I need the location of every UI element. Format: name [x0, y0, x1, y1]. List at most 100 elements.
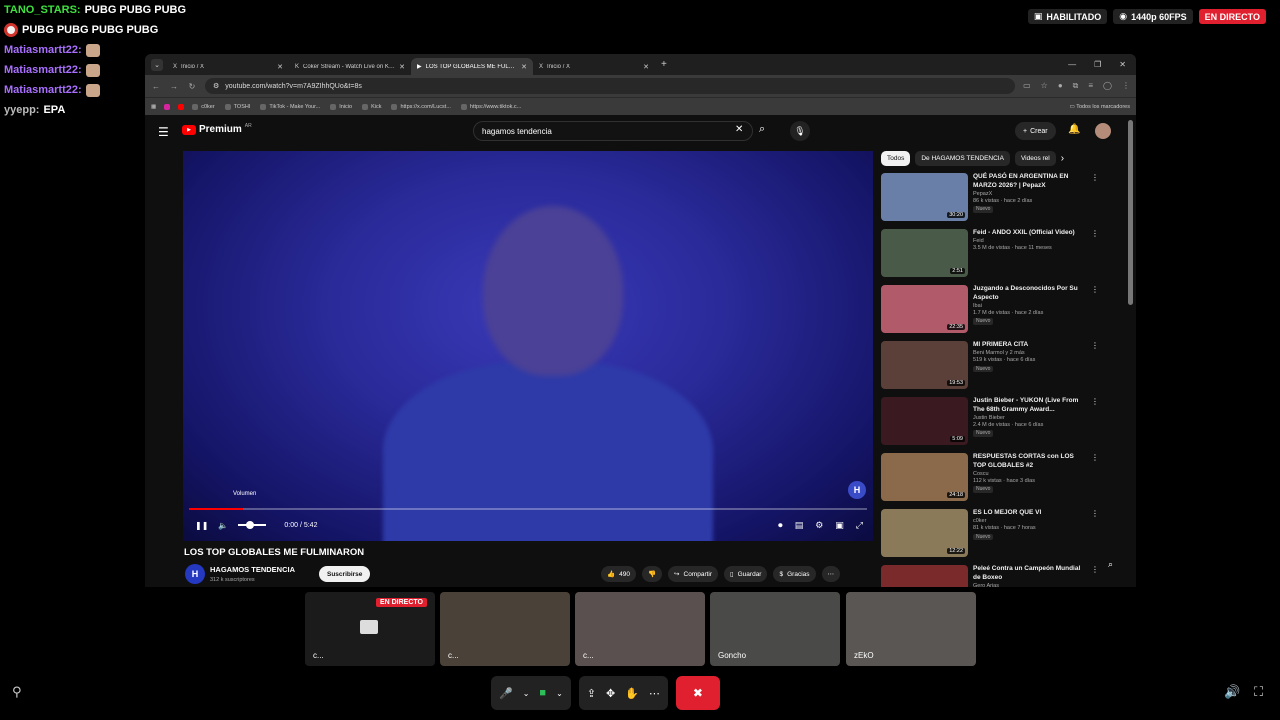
recommendation-item[interactable]: 30:20 QUÉ PASÓ EN ARGENTINA EN MARZO 2026…	[881, 173, 1101, 229]
bookmark-item[interactable]: Inicio	[330, 103, 352, 110]
recommendation-title[interactable]: RESPUESTAS CORTAS con LOS TOP GLOBALES #…	[973, 453, 1086, 471]
close-window-icon[interactable]: ✕	[1119, 60, 1126, 69]
thanks-button[interactable]: $ Gracias	[773, 566, 816, 582]
bookmark-star-icon[interactable]: ☆	[1041, 81, 1048, 91]
video-thumbnail[interactable]: 5:09	[881, 397, 968, 445]
participant-tile[interactable]: c...	[440, 592, 570, 666]
recommendation-item[interactable]: 2:51 Feid - ANDO XXIL (Official Video) Fei…	[881, 229, 1101, 285]
browser-tab[interactable]: ▶LOS TOP GLOBALES ME FULMINARON✕	[411, 58, 533, 75]
video-thumbnail[interactable]: 12:22	[881, 509, 968, 557]
save-button[interactable]: ▯ Guardar	[724, 566, 768, 582]
channel-watermark-icon[interactable]: H	[848, 481, 866, 499]
pause-icon[interactable]: ❚❚	[195, 521, 208, 530]
channel-name[interactable]: HAGAMOS TENDENCIA	[210, 565, 295, 574]
extension-icon[interactable]: ●	[1058, 81, 1063, 91]
bookmark-item[interactable]: https://x.com/Lucst...	[391, 103, 451, 110]
voice-search-icon[interactable]: 🎙	[790, 121, 810, 141]
recommendation-title[interactable]: QUÉ PASÓ EN ARGENTINA EN MARZO 2026? | P…	[973, 173, 1086, 191]
new-tab-icon[interactable]: +	[661, 59, 667, 70]
apps-icon[interactable]: ▦	[151, 104, 156, 110]
recommendation-title[interactable]: MI PRIMERA CITA	[973, 341, 1086, 350]
chevron-right-icon[interactable]: ›	[1061, 153, 1064, 164]
add-person-icon[interactable]: ⚲	[12, 684, 22, 700]
chat-username[interactable]: TANO_STARS:	[4, 4, 81, 16]
recommendation-item[interactable]: 5:09 Justin Bieber - YUKON (Live From The…	[881, 397, 1101, 453]
forward-icon[interactable]: →	[169, 82, 179, 91]
autoplay-toggle-icon[interactable]: ⏺	[778, 520, 783, 531]
fullscreen-toggle-icon[interactable]: ⛶	[1254, 684, 1263, 700]
browser-tab[interactable]: X Inicio / X ✕	[167, 58, 289, 75]
tab-search-icon[interactable]: ⌄	[151, 58, 163, 71]
history-icon[interactable]: ≡	[1088, 81, 1093, 91]
recommendation-item[interactable]: 19:53 MI PRIMERA CITA Beni Marmol y 2 más 5…	[881, 341, 1101, 397]
bookmark-item[interactable]: TikTok - Make Your...	[260, 103, 320, 110]
bookmark-item[interactable]: Kick	[362, 103, 381, 110]
close-tab-icon[interactable]: ✕	[521, 63, 527, 71]
search-input[interactable]: hagamos tendencia	[473, 121, 753, 141]
like-button[interactable]: 👍 490	[601, 566, 636, 582]
back-icon[interactable]: ←	[151, 82, 161, 91]
instagram-icon[interactable]	[164, 103, 171, 110]
speaker-icon[interactable]: 🔊	[1224, 684, 1240, 700]
subscribe-button[interactable]: Suscribirse	[319, 566, 371, 582]
avatar[interactable]	[1095, 123, 1111, 139]
dislike-button[interactable]: 👎	[641, 566, 663, 582]
recommendation-channel[interactable]: Ibai	[973, 303, 1086, 310]
volume-icon[interactable]: 🔈	[218, 521, 228, 530]
browser-tab[interactable]: K Coker Stream - Watch Live on Kick ✕	[289, 58, 411, 75]
recommendation-channel[interactable]: Gero Arias	[973, 583, 1086, 587]
more-vert-icon[interactable]: ⋮	[1091, 341, 1101, 397]
participant-tile[interactable]: c...	[575, 592, 705, 666]
recommendation-channel[interactable]: Beni Marmol y 2 más	[973, 350, 1086, 357]
participant-tile[interactable]: EN DIRECTO c...	[305, 592, 435, 666]
notifications-bell-icon[interactable]: 🔔	[1068, 124, 1080, 135]
subtitles-icon[interactable]: ▤	[795, 520, 804, 531]
recommendation-item[interactable]: 24:18 RESPUESTAS CORTAS con LOS TOP GLOBA…	[881, 453, 1101, 509]
settings-gear-icon[interactable]: ⚙	[815, 520, 823, 531]
leave-call-button[interactable]: ✖	[675, 676, 720, 710]
more-vert-icon[interactable]: ⋮	[1091, 285, 1101, 341]
more-vert-icon[interactable]: ⋮	[1091, 509, 1101, 565]
video-thumbnail[interactable]	[881, 565, 968, 587]
share-button[interactable]: ↪ Compartir	[668, 566, 719, 582]
recommendation-title[interactable]: ES LO MEJOR QUE VI	[973, 509, 1086, 518]
screenshare-icon[interactable]: ⇪	[587, 687, 596, 700]
recommendation-item[interactable]: 12:22 ES LO MEJOR QUE VI c0ker 81 k vistas …	[881, 509, 1101, 565]
youtube-bookmark-icon[interactable]	[178, 103, 185, 110]
camera-icon[interactable]: ■	[539, 687, 546, 699]
recommendation-channel[interactable]: PepazX	[973, 191, 1086, 198]
chat-username[interactable]: Matiasmartt22:	[4, 44, 82, 56]
menu-icon[interactable]: ⋮	[1122, 81, 1130, 91]
microphone-icon[interactable]: 🎤	[499, 687, 513, 700]
extensions-icon[interactable]: ⧉	[1073, 81, 1079, 91]
apps-grid-icon[interactable]: ✥	[606, 687, 615, 700]
video-thumbnail[interactable]: 30:20	[881, 173, 968, 221]
chat-username[interactable]: Matiasmartt22:	[4, 84, 82, 96]
recommendation-channel[interactable]: Coscu	[973, 471, 1086, 478]
minimize-icon[interactable]: —	[1068, 60, 1076, 69]
more-actions-button[interactable]: ⋯	[821, 566, 841, 582]
video-player[interactable]: H Volumen ❚❚ 🔈 0:00 / 5:42 ⏺ ▤ ⚙ ▣ ⤢	[183, 151, 873, 541]
more-vert-icon[interactable]: ⋮	[1091, 565, 1101, 587]
more-vert-icon[interactable]: ⋮	[1091, 229, 1101, 285]
create-button[interactable]: + Crear	[1015, 122, 1056, 140]
more-vert-icon[interactable]: ⋮	[1091, 397, 1101, 453]
filter-chip[interactable]: Videos rel	[1014, 151, 1056, 166]
browser-tab[interactable]: X Inicio / X ✕	[533, 58, 655, 75]
video-thumbnail[interactable]: 24:18	[881, 453, 968, 501]
recommendation-item[interactable]: 22:35 Juzgando a Desconocidos Por Su Aspe…	[881, 285, 1101, 341]
more-vert-icon[interactable]: ⋮	[1091, 173, 1101, 229]
bookmark-item[interactable]: https://www.tiktok.c...	[460, 103, 521, 110]
site-info-icon[interactable]: ⚙	[213, 82, 219, 90]
recommendation-title[interactable]: Justin Bieber - YUKON (Live From The 68t…	[973, 397, 1086, 415]
miniplayer-icon[interactable]: ▣	[835, 520, 844, 531]
volume-slider[interactable]	[238, 521, 267, 529]
bookmark-item[interactable]: TOSHI	[224, 103, 250, 110]
close-tab-icon[interactable]: ✕	[643, 63, 649, 71]
participant-tile[interactable]: zEkO	[846, 592, 976, 666]
url-field[interactable]: ⚙ youtube.com/watch?v=m7A9ZIhhQUo&t=8s	[205, 78, 1016, 94]
reload-icon[interactable]: ↻	[187, 82, 197, 91]
recommendation-title[interactable]: Juzgando a Desconocidos Por Su Aspecto	[973, 285, 1086, 303]
more-icon[interactable]: ⋯	[649, 687, 660, 700]
channel-avatar[interactable]: H	[185, 564, 205, 584]
